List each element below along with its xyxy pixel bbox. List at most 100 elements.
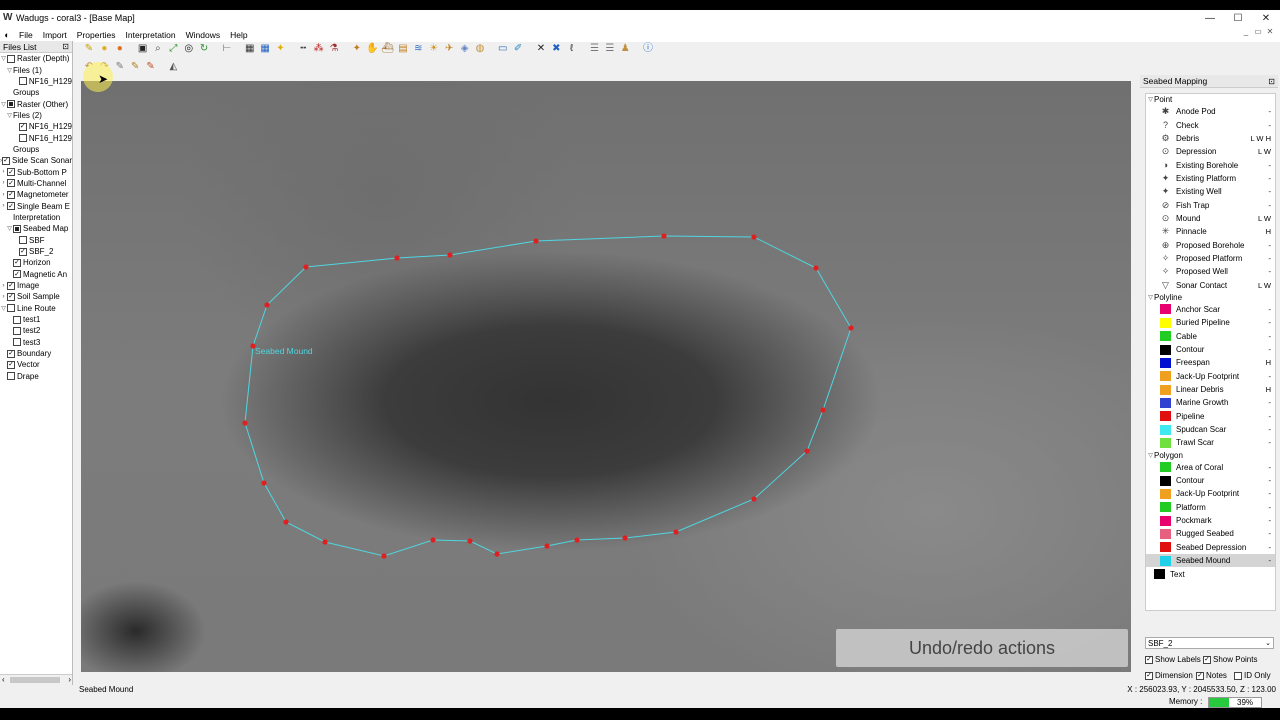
- polygon-vertex[interactable]: [813, 265, 819, 271]
- dimension-option[interactable]: ✓ Dimension: [1145, 671, 1193, 680]
- feature-type-item[interactable]: Anchor Scar -: [1146, 303, 1275, 316]
- polygon-vertex[interactable]: [533, 238, 539, 244]
- polygon-vertex[interactable]: [430, 537, 436, 543]
- polygon-vertex[interactable]: [303, 264, 309, 270]
- polygon-vertex[interactable]: [261, 480, 267, 486]
- mdi-minimize-button[interactable]: _: [1240, 27, 1252, 36]
- show-points-option[interactable]: ✓ Show Points: [1203, 655, 1257, 664]
- feature-type-item[interactable]: Pipeline -: [1146, 410, 1275, 423]
- expand-toggle-icon[interactable]: ›: [0, 192, 7, 198]
- ruler-icon[interactable]: ⊢: [220, 42, 234, 56]
- frame-icon[interactable]: ▣: [136, 42, 150, 56]
- polygon-vertex[interactable]: [848, 325, 854, 331]
- tree-item[interactable]: › ✓ Side Scan Sonar: [0, 155, 72, 166]
- wand-icon[interactable]: ✦: [350, 42, 364, 56]
- tree-item[interactable]: ✓ Boundary: [0, 348, 72, 359]
- tree-item[interactable]: test1: [0, 314, 72, 325]
- feature-type-item[interactable]: ✧ Proposed Well -: [1146, 265, 1275, 278]
- feature-type-item[interactable]: Cable -: [1146, 330, 1275, 343]
- feature-type-item[interactable]: ◑ Existing Borehole -: [1146, 158, 1275, 171]
- tree-item-checkbox[interactable]: ✓: [7, 202, 15, 211]
- feature-type-item[interactable]: ⊕ Proposed Borehole -: [1146, 238, 1275, 251]
- feature-type-item[interactable]: Pockmark -: [1146, 514, 1275, 527]
- show-labels-checkbox[interactable]: ✓: [1145, 655, 1153, 664]
- feature-type-item[interactable]: ⚙ Debris L W H: [1146, 132, 1275, 145]
- id-only-checkbox[interactable]: [1234, 671, 1242, 680]
- tree-item[interactable]: › ✓ Soil Sample: [0, 291, 72, 302]
- pin-icon[interactable]: ⊡: [1268, 75, 1275, 88]
- feature-type-item[interactable]: Freespan H: [1146, 356, 1275, 369]
- polygon-vertex[interactable]: [283, 519, 289, 525]
- files-list-scrollbar[interactable]: ‹ ›: [0, 674, 72, 685]
- polygon-vertex[interactable]: [242, 420, 248, 426]
- scroll-thumb[interactable]: [10, 677, 60, 683]
- pin-icon[interactable]: ⊡: [62, 41, 69, 53]
- expand-toggle-icon[interactable]: ▽: [6, 225, 13, 232]
- collapse-toggle-icon[interactable]: ▽: [1147, 452, 1154, 459]
- tree-item[interactable]: › ✓ Single Beam E: [0, 200, 72, 211]
- maximize-button[interactable]: ☐: [1224, 10, 1252, 27]
- fit-icon[interactable]: ⤢: [166, 42, 180, 56]
- tree-item-checkbox[interactable]: [13, 315, 21, 324]
- tree-item[interactable]: test2: [0, 325, 72, 336]
- wave-icon[interactable]: ≋: [411, 42, 425, 56]
- refresh-icon[interactable]: ↻: [197, 42, 211, 56]
- tree-item[interactable]: Groups: [0, 144, 72, 155]
- feature-type-item[interactable]: Rugged Seabed -: [1146, 527, 1275, 540]
- scroll-right-icon[interactable]: ›: [68, 675, 71, 684]
- menu-interpretation[interactable]: Interpretation: [121, 30, 181, 40]
- tree-item[interactable]: ▽ Seabed Map: [0, 223, 72, 234]
- line-icon[interactable]: ╍: [296, 42, 310, 56]
- polygon-vertex[interactable]: [804, 448, 810, 454]
- expand-toggle-icon[interactable]: ›: [0, 203, 7, 209]
- layers-icon[interactable]: ●: [113, 42, 127, 56]
- image-icon[interactable]: ▭: [496, 42, 510, 56]
- tree-item-checkbox[interactable]: [18, 77, 27, 86]
- rows2-icon[interactable]: ☰: [603, 42, 617, 56]
- feature-type-item[interactable]: ? Check -: [1146, 118, 1275, 131]
- grid-icon[interactable]: ▦: [243, 42, 257, 56]
- tree-item-checkbox[interactable]: [13, 224, 21, 233]
- bulb-icon[interactable]: ✦: [273, 42, 287, 56]
- bird-icon[interactable]: ✈: [442, 42, 456, 56]
- tree-item[interactable]: test3: [0, 337, 72, 348]
- tree-item[interactable]: › ✓ Sub-Bottom P: [0, 166, 72, 177]
- measure-icon[interactable]: ◭: [166, 60, 180, 74]
- tree-item[interactable]: ✓ Horizon: [0, 257, 72, 268]
- tree-item-checkbox[interactable]: [7, 54, 15, 63]
- base-map-canvas[interactable]: Seabed Mound: [81, 81, 1131, 672]
- menu-import[interactable]: Import: [38, 30, 72, 40]
- brush-icon[interactable]: ✐: [511, 42, 525, 56]
- grid-select-icon[interactable]: ▦: [258, 42, 272, 56]
- feature-type-item[interactable]: ⊙ Mound L W: [1146, 212, 1275, 225]
- tree-item[interactable]: › ✓ Magnetometer: [0, 189, 72, 200]
- polygon-vertex[interactable]: [751, 234, 757, 240]
- menu-file[interactable]: File: [14, 30, 38, 40]
- tree-item-checkbox[interactable]: ✓: [2, 156, 10, 165]
- tree-item[interactable]: ▽ Line Route: [0, 303, 72, 314]
- tree-item-checkbox[interactable]: [7, 100, 15, 109]
- feature-type-item[interactable]: ✦ Existing Platform -: [1146, 172, 1275, 185]
- polygon-vertex[interactable]: [264, 302, 270, 308]
- show-labels-option[interactable]: ✓ Show Labels: [1145, 655, 1201, 664]
- notes-option[interactable]: ✓ Notes: [1196, 671, 1227, 680]
- tree-item[interactable]: NF16_H129: [0, 132, 72, 143]
- tree-item-checkbox[interactable]: [13, 338, 21, 347]
- expand-toggle-icon[interactable]: ›: [0, 283, 7, 289]
- feature-type-item[interactable]: ✦ Existing Well -: [1146, 185, 1275, 198]
- polygon-vertex[interactable]: [394, 255, 400, 261]
- feature-group-polygon[interactable]: ▽ Polygon: [1146, 450, 1275, 461]
- minimize-button[interactable]: —: [1196, 10, 1224, 27]
- feature-type-item[interactable]: Seabed Depression -: [1146, 541, 1275, 554]
- tree-item-checkbox[interactable]: ✓: [7, 349, 15, 358]
- tree-item[interactable]: › ✓ Multi-Channel: [0, 178, 72, 189]
- boat-icon[interactable]: ⛴: [381, 42, 395, 56]
- dots-icon[interactable]: ⁂: [312, 42, 326, 56]
- stack-icon[interactable]: ▤: [396, 42, 410, 56]
- polygon-vertex[interactable]: [494, 551, 500, 557]
- tree-item[interactable]: SBF: [0, 235, 72, 246]
- feature-type-item[interactable]: Linear Debris H: [1146, 383, 1275, 396]
- cross-icon[interactable]: ✕: [534, 42, 548, 56]
- polygon-vertex[interactable]: [467, 538, 473, 544]
- tree-item-checkbox[interactable]: [7, 372, 15, 381]
